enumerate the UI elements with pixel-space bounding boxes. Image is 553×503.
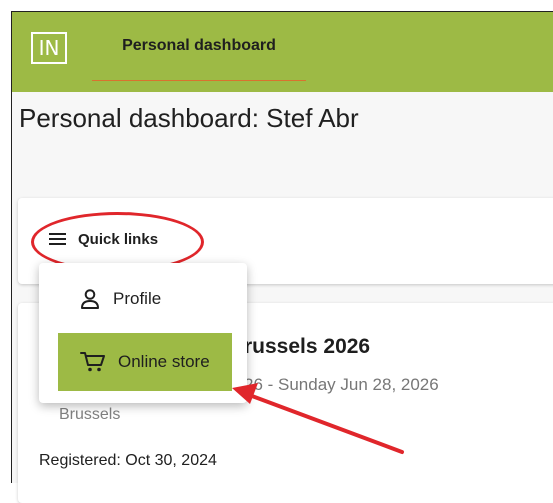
annotation-arrow [232, 383, 404, 454]
